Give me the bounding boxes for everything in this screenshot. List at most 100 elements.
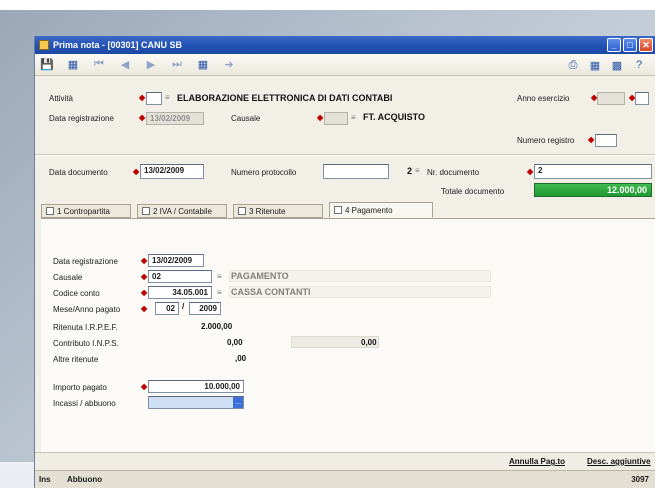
anno-esercizio-field[interactable] (597, 92, 625, 105)
pag-data-registrazione-label: Data registrazione (53, 257, 118, 266)
annulla-pagamento-button[interactable]: Annulla Pag.to (509, 457, 565, 466)
required-marker: ◆ (141, 256, 148, 265)
required-marker: ◆ (133, 167, 140, 176)
nr-documento-field[interactable]: 2 (534, 164, 652, 179)
title-bar[interactable]: Prima nota - [00301] CANU SB _ □ ✕ (35, 36, 655, 54)
attivita-label: Attività (49, 94, 74, 103)
numero-protocollo-label: Numero protocollo (231, 168, 297, 177)
next-icon[interactable]: ▶ (143, 57, 159, 73)
importo-pagato-label: Importo pagato (53, 383, 107, 392)
tab-checkbox (238, 207, 246, 215)
divider (35, 155, 655, 156)
pagamento-panel: Data registrazione ◆ 13/02/2009 Causale … (41, 218, 655, 452)
lookup-icon[interactable]: ≡ (351, 113, 356, 122)
required-marker: ◆ (141, 382, 148, 391)
toolbar-right: ⎙ ▦ ▩ ? (565, 57, 647, 73)
ritenuta-label: Ritenuta I.R.P.E.F. (53, 323, 118, 332)
pag-causale-label: Causale (53, 273, 83, 282)
altre-ritenute-label: Altre ritenute (53, 355, 99, 364)
pag-data-registrazione-field[interactable]: 13/02/2009 (148, 254, 204, 267)
lookup-icon[interactable]: ≡ (217, 272, 222, 281)
incassi-abbuono-label: Incassi / abbuono (53, 399, 116, 408)
tab-contropartita[interactable]: 1 Contropartita (41, 204, 131, 218)
importo-pagato-field[interactable]: 10.000,00 (148, 380, 244, 393)
ritenuta-value: 2.000,00 (201, 322, 233, 331)
anno-field[interactable]: 2009 (189, 302, 221, 315)
app-icon (39, 40, 49, 50)
tab-label: 3 Ritenute (249, 206, 286, 216)
numero-registro-field[interactable] (595, 134, 617, 147)
totale-documento-label: Totale documento (441, 187, 505, 196)
help-icon[interactable]: ? (631, 57, 647, 73)
print-icon[interactable]: ⎙ (565, 57, 581, 73)
nr-documento-label: Nr. documento (427, 168, 480, 177)
maximize-button[interactable]: □ (623, 38, 637, 52)
lookup-icon[interactable]: ≡ (217, 288, 222, 297)
tab-checkbox (46, 207, 54, 215)
save-icon[interactable]: 💾 (39, 57, 55, 73)
refresh-icon[interactable]: ▦ (65, 57, 81, 73)
lookup-icon[interactable]: ≡ (415, 166, 420, 175)
calendar-icon[interactable]: ▦ (195, 57, 211, 73)
mese-anno-separator: / (182, 302, 185, 311)
contributo-value: 0,00 (227, 338, 243, 347)
attivita-field[interactable] (146, 92, 162, 105)
data-documento-field[interactable]: 13/02/2009 (140, 164, 204, 179)
window-controls: _ □ ✕ (607, 38, 653, 52)
export-icon[interactable]: ▦ (587, 57, 603, 73)
tab-iva-contabile[interactable]: 2 IVA / Contabile (137, 204, 227, 218)
mese-anno-label: Mese/Anno pagato (53, 305, 121, 314)
window-title: Prima nota - [00301] CANU SB (53, 40, 183, 50)
status-insert-mode: Ins (39, 475, 51, 484)
last-icon[interactable]: ⏭ (169, 57, 185, 73)
data-registrazione-label: Data registrazione (49, 114, 114, 123)
toolbar: 💾 ▦ ⏮ ◀ ▶ ⏭ ▦ ➜ ⎙ ▦ ▩ ? (35, 54, 655, 76)
codice-conto-label: Codice conto (53, 289, 100, 298)
close-button[interactable]: ✕ (639, 38, 653, 52)
required-marker: ◆ (141, 304, 148, 313)
prima-nota-window: Prima nota - [00301] CANU SB _ □ ✕ 💾 ▦ ⏮… (34, 36, 655, 488)
prev-icon[interactable]: ◀ (117, 57, 133, 73)
grid-icon[interactable]: ▩ (609, 57, 625, 73)
numero-protocollo-field[interactable] (323, 164, 389, 179)
protocollo-suffix: 2 (407, 166, 413, 176)
tab-label: 2 IVA / Contabile (153, 206, 212, 216)
data-registrazione-field[interactable]: 13/02/2009 (146, 112, 204, 125)
causale-description-box (229, 270, 491, 282)
required-marker: ◆ (139, 93, 146, 102)
numero-registro-label: Numero registro (517, 136, 575, 145)
anno-esercizio-field-2[interactable] (635, 92, 649, 105)
required-marker: ◆ (141, 288, 148, 297)
first-icon[interactable]: ⏮ (91, 57, 107, 73)
required-marker: ◆ (139, 113, 146, 122)
causale-label: Causale (231, 114, 261, 123)
conto-description-box (229, 286, 491, 298)
data-documento-label: Data documento (49, 168, 108, 177)
required-marker: ◆ (527, 167, 534, 176)
tab-label: 1 Contropartita (57, 206, 110, 216)
status-code: 3097 (631, 475, 649, 484)
link-icon[interactable]: ➜ (221, 57, 237, 73)
causale-field[interactable] (324, 112, 348, 125)
tab-checkbox (334, 206, 342, 214)
tab-strip: 1 Contropartita 2 IVA / Contabile 3 Rite… (41, 202, 433, 218)
codice-conto-field[interactable]: 34.05.001 (148, 286, 212, 299)
descrizioni-aggiuntive-button[interactable]: Desc. aggiuntive (587, 457, 651, 466)
pag-causale-field[interactable]: 02 (148, 270, 212, 283)
incassi-abbuono-field[interactable] (148, 396, 244, 409)
totale-documento-value: 12.000,00 (534, 183, 652, 197)
tab-checkbox (142, 207, 150, 215)
causale-description: FT. ACQUISTO (363, 112, 426, 122)
tab-pagamento[interactable]: 4 Pagamento (329, 202, 433, 218)
minimize-button[interactable]: _ (607, 38, 621, 52)
incassi-lookup-button[interactable]: ... (233, 397, 243, 408)
attivita-description: ELABORAZIONE ELETTRONICA DI DATI CONTABI (177, 93, 393, 103)
lookup-icon[interactable]: ≡ (165, 93, 170, 102)
status-mode: Abbuono (67, 475, 103, 484)
altre-ritenute-value: ,00 (235, 354, 247, 363)
contributo-label: Contributo I.N.P.S. (53, 339, 119, 348)
required-marker: ◆ (317, 113, 324, 122)
anno-esercizio-label: Anno esercizio (517, 94, 570, 103)
tab-ritenute[interactable]: 3 Ritenute (233, 204, 323, 218)
mese-field[interactable]: 02 (155, 302, 179, 315)
